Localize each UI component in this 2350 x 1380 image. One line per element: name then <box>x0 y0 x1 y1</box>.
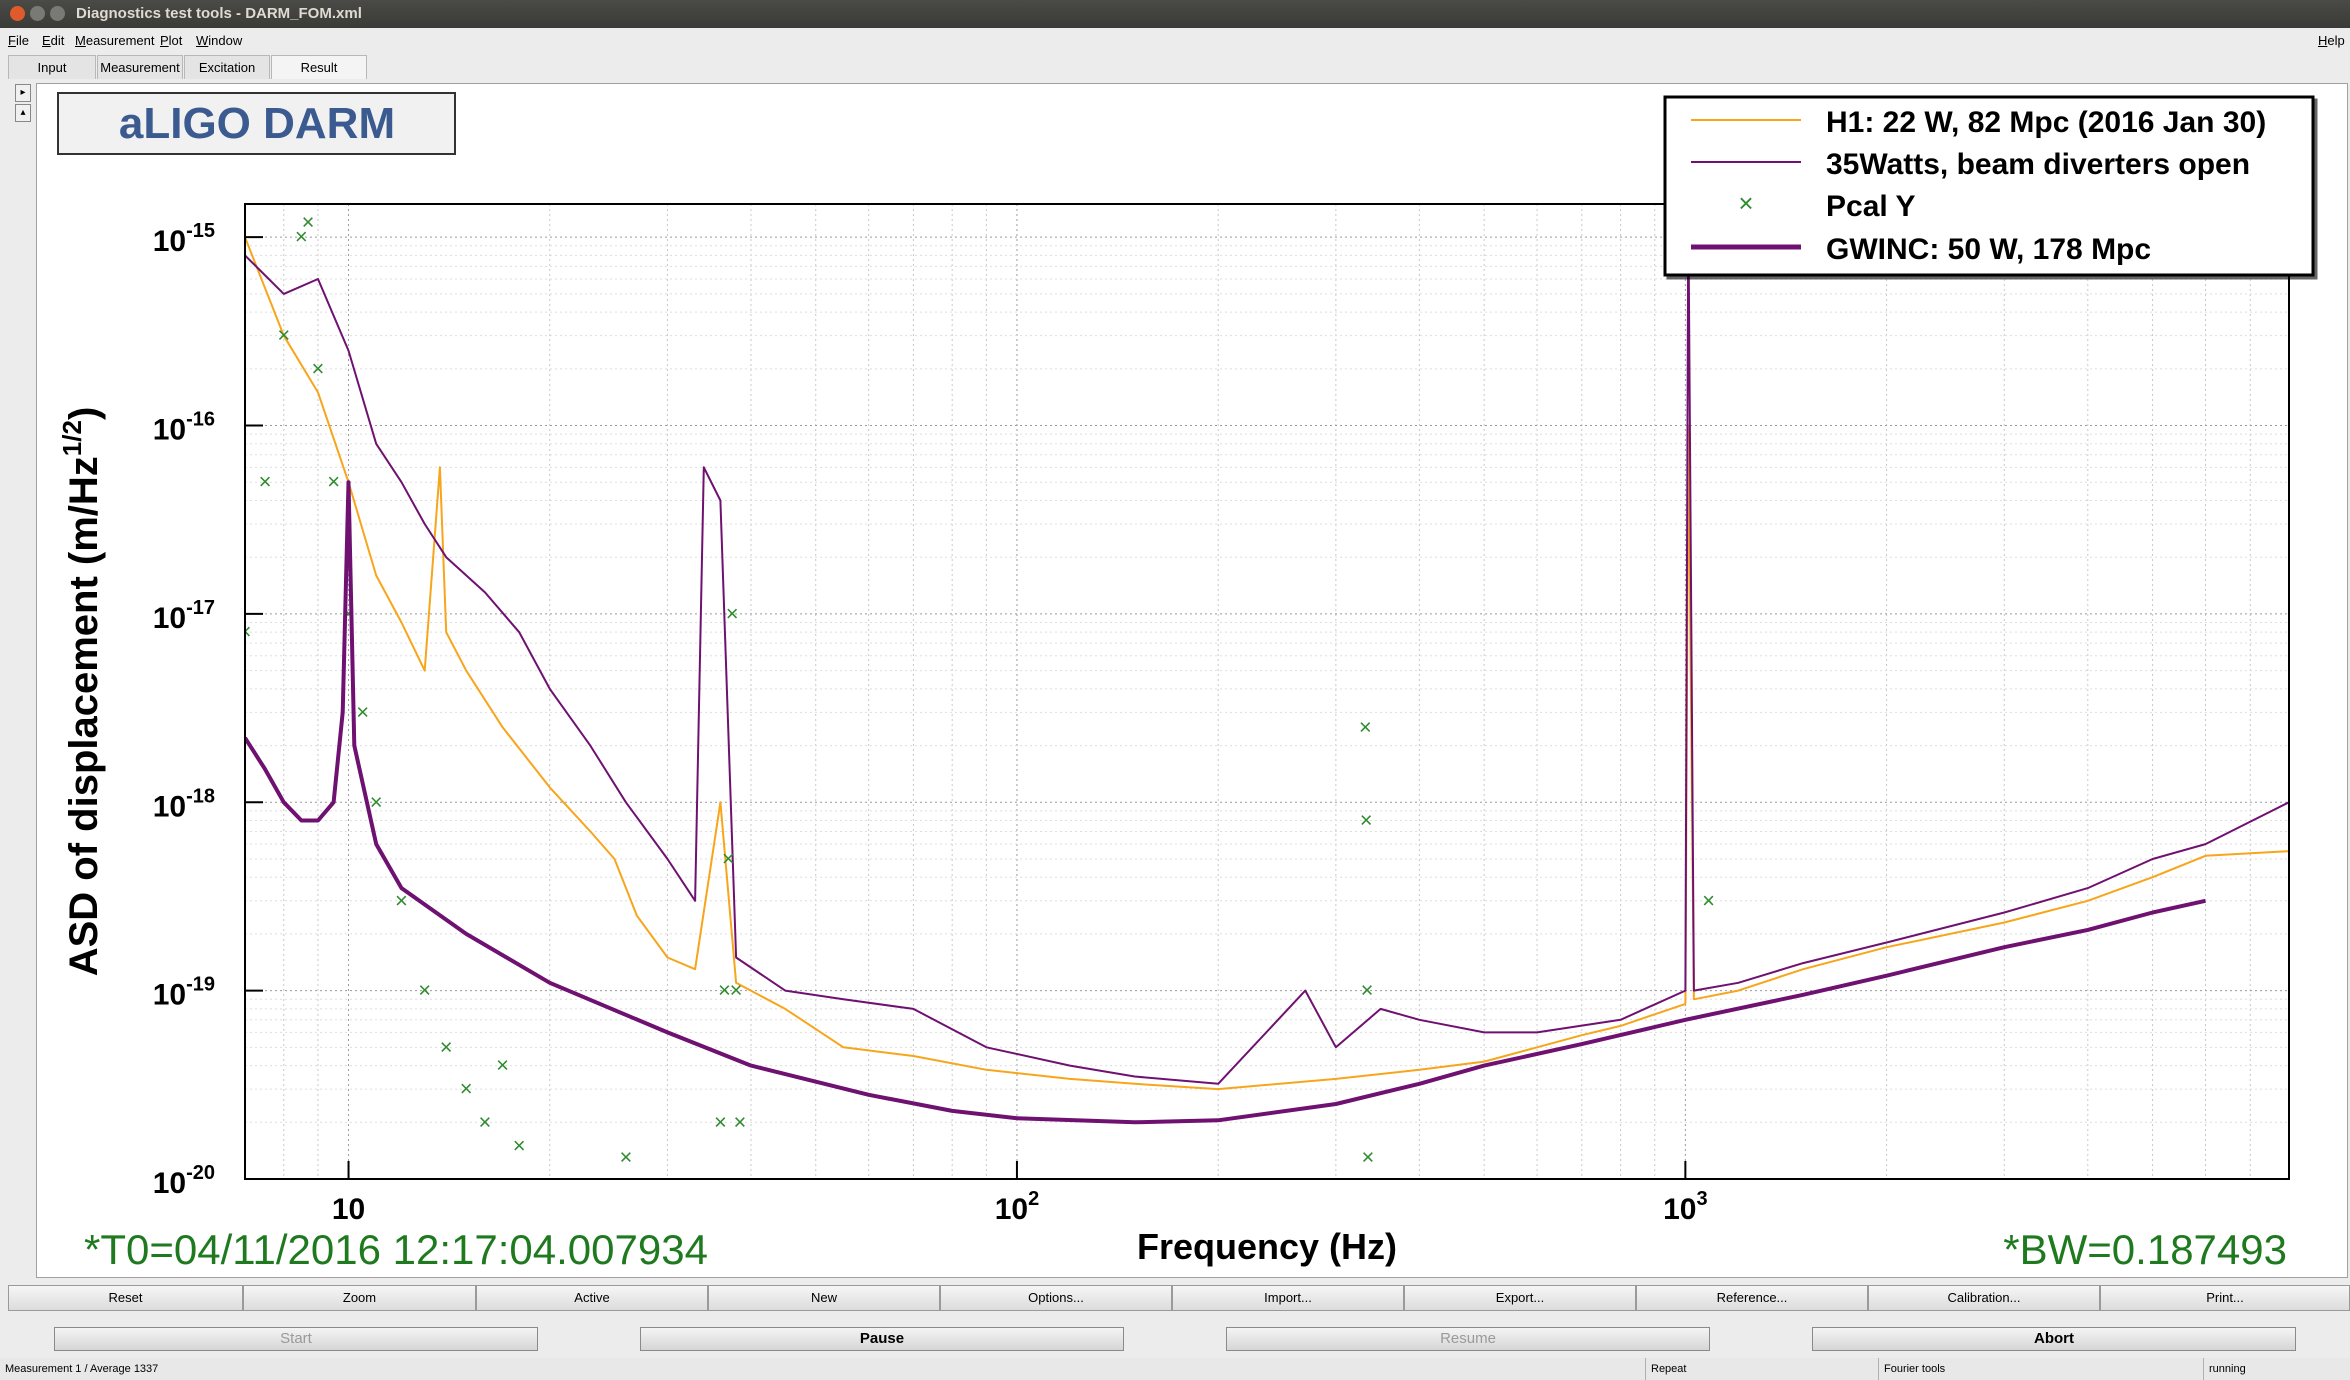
menu-measurement[interactable]: Measurement <box>75 33 155 48</box>
legend-entry-h1: H1: 22 W, 82 Mpc (2016 Jan 30) <box>1826 106 2266 139</box>
export-button[interactable]: Export... <box>1404 1285 1636 1311</box>
x-tick-label-1: 102 <box>995 1188 1040 1226</box>
y-tick-label-0: 10-15 <box>153 220 215 258</box>
x-tick-label-2: 103 <box>1663 1188 1708 1226</box>
resume-button[interactable]: Resume <box>1226 1327 1710 1351</box>
pcal-marker-15: × <box>496 1053 509 1078</box>
status-measurement: Measurement 1 / Average 1337 <box>5 1363 159 1375</box>
abort-button[interactable]: Abort <box>1812 1327 2296 1351</box>
new-button[interactable]: New <box>708 1285 940 1311</box>
pcal-marker-18: × <box>714 1109 727 1134</box>
x-axis-label: Frequency (Hz) <box>1137 1226 1397 1267</box>
plot-toolbar: Reset Zoom Active New Options... Import.… <box>8 1285 2350 1311</box>
legend-marker-pcal-icon: × <box>1738 188 1753 218</box>
plot-title-text: aLIGO DARM <box>119 99 395 148</box>
pcal-marker-1: × <box>259 469 272 494</box>
menu-plot[interactable]: Plot <box>160 33 182 48</box>
pcal-marker-9: × <box>370 789 383 814</box>
pcal-marker-28: × <box>1702 888 1715 913</box>
legend: H1: 22 W, 82 Mpc (2016 Jan 30) 35Watts, … <box>1663 95 2318 280</box>
x-tick-label-0: 10 <box>332 1193 365 1226</box>
y-tick-label-5: 10-20 <box>153 1162 215 1200</box>
legend-entry-gwinc: GWINC: 50 W, 178 Mpc <box>1826 233 2151 266</box>
menu-bar: File Edit Measurement Plot Window Help <box>0 28 2350 52</box>
pcal-marker-16: × <box>513 1133 526 1158</box>
y-tick-label-4: 10-19 <box>153 974 215 1012</box>
t0-label: *T0=04/11/2016 12:17:04.007934 <box>84 1226 708 1273</box>
y-axis-label: ASD of displacement (m/Hz1/2) <box>57 407 106 977</box>
reset-button[interactable]: Reset <box>8 1285 243 1311</box>
series-line-0 <box>245 236 2289 1091</box>
menu-file[interactable]: File <box>8 33 29 48</box>
calibration-button[interactable]: Calibration... <box>1868 1285 2100 1311</box>
menu-window[interactable]: Window <box>196 33 242 48</box>
tab-bar: Input Measurement Excitation Result <box>0 55 2350 79</box>
svg-text:ASD of displacement (m/Hz1/2): ASD of displacement (m/Hz1/2) <box>57 407 106 977</box>
plot-title-box: aLIGO DARM <box>57 92 456 155</box>
status-state: running <box>2203 1358 2350 1380</box>
y-tick-label-3: 10-18 <box>153 785 215 823</box>
status-repeat: Repeat <box>1645 1358 1878 1380</box>
maximize-window-icon[interactable] <box>50 6 65 21</box>
pcal-marker-12: × <box>440 1034 453 1059</box>
pcal-marker-11: × <box>418 978 431 1003</box>
legend-entry-pcal: Pcal Y <box>1826 190 1916 223</box>
app-window: Diagnostics test tools - DARM_FOM.xml Fi… <box>0 0 2350 1380</box>
plot-curves: ××××××××××××××××× ×××××××××××× <box>245 204 2289 1170</box>
zoom-button[interactable]: Zoom <box>243 1285 476 1311</box>
window-title: Diagnostics test tools - DARM_FOM.xml <box>76 5 362 22</box>
reference-button[interactable]: Reference... <box>1636 1285 1868 1311</box>
close-window-icon[interactable] <box>10 6 25 21</box>
series-pcal-markers: ××××××××××××××××× ×××××××××××× <box>245 209 1715 1170</box>
pcal-marker-20: × <box>722 846 735 871</box>
title-bar: Diagnostics test tools - DARM_FOM.xml <box>0 0 2350 28</box>
measurement-controls: Start Pause Resume Abort <box>0 1327 2350 1353</box>
pcal-marker-8: × <box>356 699 369 724</box>
tab-input[interactable]: Input <box>8 55 96 79</box>
asd-plot[interactable]: ××××××××××××××××× ×××××××××××× 10-15 10-16… <box>37 84 2349 1279</box>
pcal-marker-6: × <box>327 469 340 494</box>
status-bar: Measurement 1 / Average 1337 Repeat Four… <box>0 1358 2350 1380</box>
pcal-marker-26: × <box>1361 978 1374 1003</box>
expand-right-icon[interactable]: ▸ <box>15 84 31 102</box>
pcal-marker-17: × <box>619 1145 632 1170</box>
pcal-marker-13: × <box>460 1076 473 1101</box>
menu-edit[interactable]: Edit <box>42 33 64 48</box>
pcal-marker-14: × <box>479 1109 492 1134</box>
collapse-up-icon[interactable]: ▴ <box>15 104 31 122</box>
active-button[interactable]: Active <box>476 1285 708 1311</box>
minimize-window-icon[interactable] <box>30 6 45 21</box>
pcal-marker-27: × <box>1361 1145 1374 1170</box>
legend-entry-beam: 35Watts, beam diverters open <box>1826 148 2250 181</box>
pcal-marker-24: × <box>1359 714 1372 739</box>
plot-panel[interactable]: × × × × × × × × × × × × × × × × × × × × × × × × × × × × × 10-15 10-16… <box>36 83 2348 1278</box>
y-tick-label-2: 10-17 <box>153 597 215 635</box>
y-tick-labels: 10-15 10-16 10-17 10-18 10-19 10-20 <box>153 220 263 1200</box>
import-button[interactable]: Import... <box>1172 1285 1404 1311</box>
pcal-marker-21: × <box>726 601 739 626</box>
pcal-marker-25: × <box>1360 808 1373 833</box>
y-tick-label-1: 10-16 <box>153 409 215 447</box>
x-tick-labels: 10 102 103 <box>332 1161 1708 1226</box>
pcal-marker-23: × <box>733 1109 746 1134</box>
print-button[interactable]: Print... <box>2100 1285 2350 1311</box>
pcal-marker-4: × <box>302 209 315 234</box>
status-fourier: Fourier tools <box>1878 1358 2203 1380</box>
pause-button[interactable]: Pause <box>640 1327 1124 1351</box>
options-button[interactable]: Options... <box>940 1285 1172 1311</box>
pcal-marker-2: × <box>277 323 290 348</box>
bw-label: *BW=0.187493 <box>2003 1226 2287 1273</box>
start-button[interactable]: Start <box>54 1327 538 1351</box>
tab-excitation[interactable]: Excitation <box>184 55 270 79</box>
pcal-marker-22: × <box>730 978 743 1003</box>
tab-measurement[interactable]: Measurement <box>97 55 183 79</box>
pcal-marker-5: × <box>312 356 325 381</box>
tab-result[interactable]: Result <box>271 55 367 79</box>
menu-help[interactable]: Help <box>2318 33 2345 48</box>
